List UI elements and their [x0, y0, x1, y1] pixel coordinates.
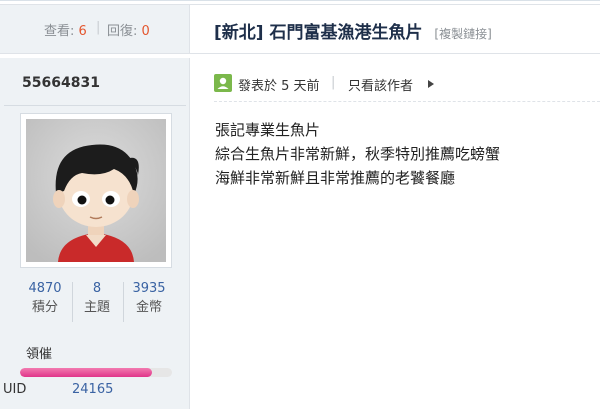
- thread-title[interactable]: [新北] 石門富基漁港生魚片 [複製鏈接]: [214, 18, 492, 43]
- author-username[interactable]: 55664831: [22, 75, 100, 91]
- avatar-image[interactable]: [26, 119, 166, 262]
- stat-credits[interactable]: 4870 積分: [20, 280, 70, 318]
- replies-stat: 回復: 0: [107, 20, 150, 39]
- thread-title-text[interactable]: [新北] 石門富基漁港生魚片: [214, 23, 422, 43]
- stat-credits-label: 積分: [31, 300, 58, 315]
- stat-coins-value[interactable]: 3935: [124, 280, 174, 298]
- stats-separator: |: [96, 20, 101, 35]
- author-sidebar: 55664831 4870 積分 8 主題 3935 金幣 領催 UID 241…: [0, 58, 190, 409]
- replies-count: 0: [141, 24, 150, 39]
- post-meta-divider: [214, 101, 600, 102]
- rank-progress-fill: [20, 368, 153, 377]
- post-line: 綜合生魚片非常新鮮，秋季特別推薦吃螃蟹: [215, 145, 501, 163]
- post-user-icon: [214, 74, 232, 92]
- avatar-cartoon-icon: [26, 119, 166, 262]
- views-stat: 查看: 6: [44, 20, 87, 39]
- top-border: [0, 0, 600, 1]
- thread-stats: 查看: 6 | 回復: 0: [0, 5, 190, 53]
- post-time: 發表於 5 天前: [238, 79, 320, 94]
- sidebar-divider: [4, 105, 186, 106]
- triangle-right-icon[interactable]: [428, 80, 434, 88]
- rank-progress-bar: [20, 368, 172, 377]
- stat-coins-label: 金幣: [135, 300, 162, 315]
- author-only-link[interactable]: 只看該作者: [348, 75, 413, 94]
- post-line: 海鮮非常新鮮且非常推薦的老饕餐廳: [215, 169, 456, 187]
- post-content: 張記專業生魚片 綜合生魚片非常新鮮，秋季特別推薦吃螃蟹 海鮮非常新鮮且非常推薦的…: [215, 118, 500, 190]
- stat-topics[interactable]: 8 主題: [72, 280, 122, 318]
- thread-header: 查看: 6 | 回復: 0 [新北] 石門富基漁港生魚片 [複製鏈接]: [0, 4, 600, 54]
- stat-credits-value[interactable]: 4870: [20, 280, 70, 298]
- views-count: 6: [78, 24, 87, 39]
- thread-title-area: [新北] 石門富基漁港生魚片 [複製鏈接]: [190, 5, 600, 53]
- copy-link-button[interactable]: [複製鏈接]: [434, 27, 491, 41]
- stat-topics-value[interactable]: 8: [72, 280, 122, 298]
- rank-title[interactable]: 領催: [26, 343, 52, 362]
- replies-label: 回復:: [107, 24, 138, 39]
- post-line: 張記專業生魚片: [215, 121, 321, 139]
- stat-topics-label: 主題: [83, 300, 110, 315]
- uid-label: UID: [3, 382, 27, 397]
- stat-coins[interactable]: 3935 金幣: [124, 280, 174, 318]
- author-stats: 4870 積分 8 主題 3935 金幣: [20, 280, 172, 324]
- views-label: 查看:: [44, 24, 75, 39]
- avatar[interactable]: [20, 113, 172, 268]
- uid-value[interactable]: 24165: [72, 382, 113, 397]
- meta-separator: |: [331, 75, 336, 90]
